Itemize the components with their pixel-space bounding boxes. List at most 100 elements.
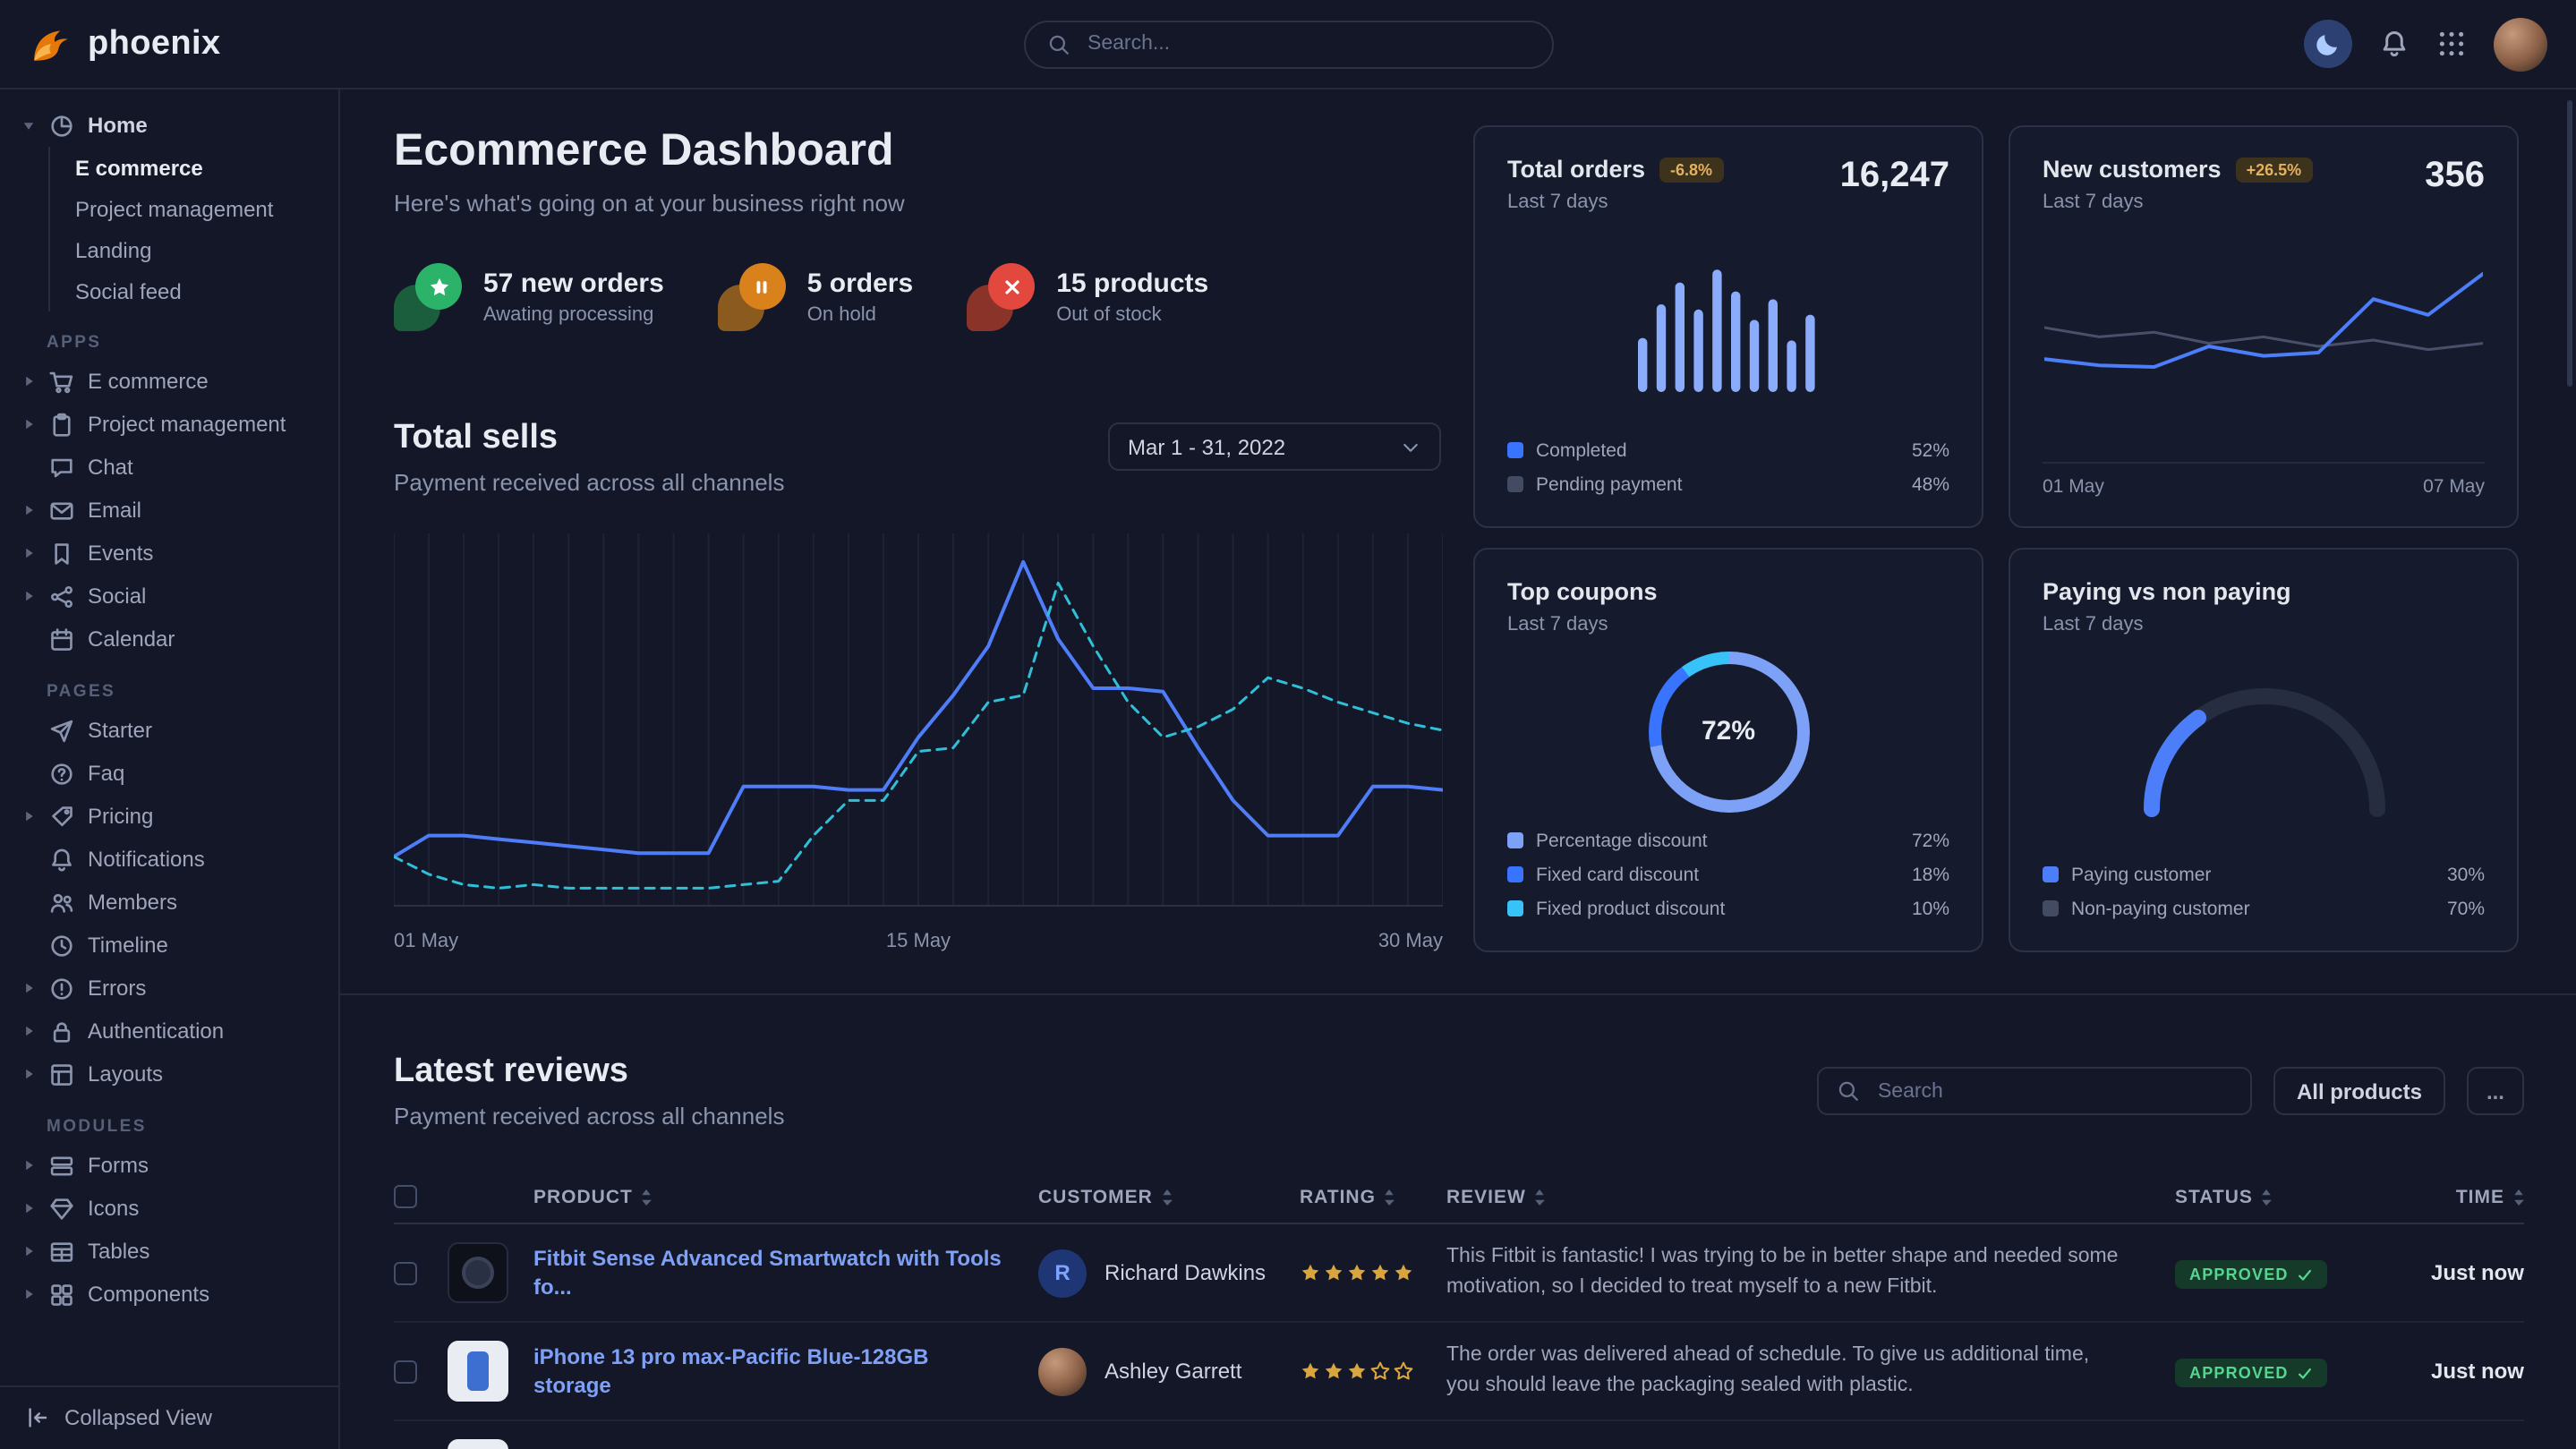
stats-row: 57 new ordersAwating processing5 ordersO… xyxy=(394,263,1208,331)
sidebar-item-e-commerce[interactable]: E commerce xyxy=(50,147,338,188)
bell-icon[interactable] xyxy=(2379,29,2410,59)
sidebar-item-email[interactable]: Email xyxy=(0,489,338,532)
clipboard-icon xyxy=(48,411,75,438)
sidebar-item-faq[interactable]: Faq xyxy=(0,752,338,795)
column-header-product[interactable]: PRODUCT xyxy=(448,1186,1038,1207)
legend-label: Fixed product discount xyxy=(1536,898,1899,919)
sidebar-item-label: Forms xyxy=(88,1153,149,1178)
x-tick: 01 May xyxy=(2043,476,2104,498)
global-search-input[interactable] xyxy=(1084,31,1530,56)
sidebar-section-label: PAGES xyxy=(47,682,338,702)
card-period: Last 7 days xyxy=(2043,614,2291,635)
caret-right-icon xyxy=(21,1201,36,1215)
sidebar-item-chat[interactable]: Chat xyxy=(0,446,338,489)
navbar-actions xyxy=(2304,17,2547,71)
star-icon xyxy=(1369,1262,1391,1283)
sidebar-item-label: E commerce xyxy=(88,369,209,394)
column-header-rating[interactable]: RATING xyxy=(1300,1186,1446,1207)
collapsed-view-button[interactable]: Collapsed View xyxy=(0,1385,338,1449)
sidebar-item-notifications[interactable]: Notifications xyxy=(0,838,338,881)
customers-line-chart xyxy=(2044,248,2483,427)
sidebar-item-tables[interactable]: Tables xyxy=(0,1230,338,1273)
reviews-search-input[interactable] xyxy=(1874,1078,2232,1104)
select-all-checkbox[interactable] xyxy=(394,1185,417,1208)
status-cell: APPROVED xyxy=(2175,1257,2390,1289)
card-period: Last 7 days xyxy=(1507,192,1723,213)
sidebar-item-authentication[interactable]: Authentication xyxy=(0,1010,338,1053)
product-link[interactable]: iPhone 13 pro max-Pacific Blue-128GB sto… xyxy=(533,1342,1002,1401)
cart-icon xyxy=(48,368,75,395)
user-avatar[interactable] xyxy=(2494,17,2547,71)
sidebar-item-project-management[interactable]: Project management xyxy=(50,188,338,229)
sidebar-item-social-feed[interactable]: Social feed xyxy=(50,270,338,311)
all-products-button[interactable]: All products xyxy=(2273,1067,2445,1115)
date-range-select[interactable]: Mar 1 - 31, 2022 xyxy=(1108,422,1441,471)
global-search[interactable] xyxy=(1023,20,1553,68)
sidebar-item-label: Email xyxy=(88,498,141,523)
review-cell: This Fitbit is fantastic! I was trying t… xyxy=(1446,1242,2175,1304)
row-checkbox[interactable] xyxy=(394,1261,417,1284)
caret-right-icon xyxy=(21,503,36,517)
star-icon xyxy=(1300,1262,1321,1283)
star-icon xyxy=(1369,1360,1391,1382)
total-orders-value: 16,247 xyxy=(1840,156,1949,197)
row-checkbox-cell xyxy=(394,1261,448,1284)
sidebar-item-label: Tables xyxy=(88,1239,149,1264)
more-actions-button[interactable]: ... xyxy=(2467,1067,2524,1115)
caret-right-icon xyxy=(21,546,36,560)
column-header-status[interactable]: STATUS xyxy=(2175,1186,2390,1207)
caret-right-icon xyxy=(21,1067,36,1081)
sort-icon xyxy=(1535,1188,1546,1206)
star-icon xyxy=(1346,1262,1368,1283)
sidebar-item-events[interactable]: Events xyxy=(0,532,338,575)
sidebar-item-landing[interactable]: Landing xyxy=(50,229,338,270)
column-header-label: RATING xyxy=(1300,1186,1376,1207)
caret-spacer xyxy=(21,632,36,646)
sidebar-item-forms[interactable]: Forms xyxy=(0,1144,338,1187)
sidebar-item-starter[interactable]: Starter xyxy=(0,709,338,752)
legend-swatch xyxy=(1507,442,1523,458)
sidebar-item-timeline[interactable]: Timeline xyxy=(0,924,338,967)
customer-cell: RRichard Dawkins xyxy=(1038,1249,1300,1297)
paying-legend: Paying customer30%Non-paying customer70% xyxy=(2043,861,2485,922)
close-icon xyxy=(988,263,1035,310)
reviews-table: PRODUCTCUSTOMERRATING REVIEWSTATUSTIME Fi… xyxy=(394,1171,2524,1449)
sidebar-item-icons[interactable]: Icons xyxy=(0,1187,338,1230)
customer-name: Richard Dawkins xyxy=(1105,1260,1266,1285)
apps-grid-icon[interactable] xyxy=(2436,29,2467,59)
scrollbar-thumb[interactable] xyxy=(2567,100,2572,387)
legend-label: Completed xyxy=(1536,439,1899,461)
forms-icon xyxy=(48,1152,75,1179)
sidebar-item-errors[interactable]: Errors xyxy=(0,967,338,1010)
caret-spacer xyxy=(21,460,36,474)
theme-toggle-button[interactable] xyxy=(2304,20,2352,68)
sidebar-item-home[interactable]: Home xyxy=(0,104,338,147)
sidebar-item-calendar[interactable]: Calendar xyxy=(0,618,338,661)
x-tick: 01 May xyxy=(394,931,458,952)
product-link[interactable]: Fitbit Sense Advanced Smartwatch with To… xyxy=(533,1244,1002,1302)
brand-logo[interactable]: phoenix xyxy=(29,21,221,66)
row-checkbox[interactable] xyxy=(394,1360,417,1383)
status-label: APPROVED xyxy=(2189,1364,2289,1382)
sidebar-item-layouts[interactable]: Layouts xyxy=(0,1053,338,1095)
reviews-search[interactable] xyxy=(1817,1067,2252,1115)
sidebar-item-pricing[interactable]: Pricing xyxy=(0,795,338,838)
stat-icon-badge xyxy=(394,263,462,331)
star-icon xyxy=(1300,1360,1321,1382)
sidebar-item-label: Events xyxy=(88,541,153,566)
sidebar-item-members[interactable]: Members xyxy=(0,881,338,924)
x-tick: 30 May xyxy=(1378,931,1443,952)
sidebar-item-components[interactable]: Components xyxy=(0,1273,338,1316)
caret-down-icon xyxy=(21,118,36,132)
sidebar-item-e-commerce[interactable]: E commerce xyxy=(0,360,338,403)
page-head: Ecommerce Dashboard Here's what's going … xyxy=(394,125,905,217)
column-header-time[interactable]: TIME xyxy=(2390,1186,2524,1207)
sidebar-item-project-management[interactable]: Project management xyxy=(0,403,338,446)
column-header-review[interactable]: REVIEW xyxy=(1446,1186,2175,1207)
sidebar-item-social[interactable]: Social xyxy=(0,575,338,618)
alert-icon xyxy=(48,975,75,1002)
caret-right-icon xyxy=(21,589,36,603)
app: phoenix HomeE commerceProject management… xyxy=(0,0,2576,1449)
phoenix-logo-icon xyxy=(29,21,73,66)
column-header-customer[interactable]: CUSTOMER xyxy=(1038,1186,1300,1207)
